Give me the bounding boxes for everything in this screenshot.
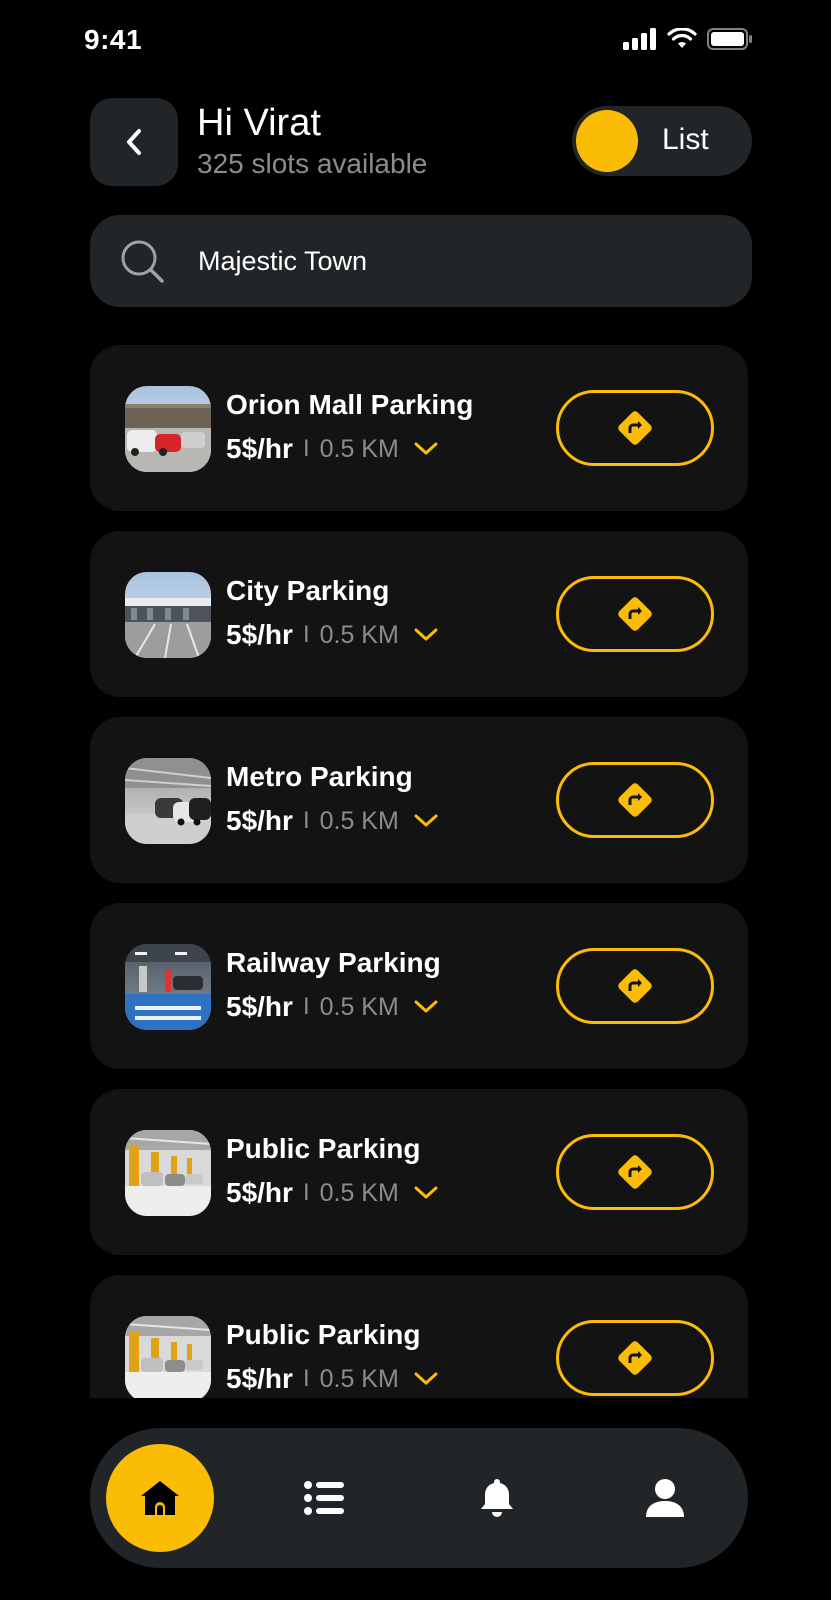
parking-photo: [125, 1130, 211, 1216]
parking-card[interactable]: Metro Parking 5$/hr I 0.5 KM: [90, 717, 748, 883]
parking-meta: 5$/hr I 0.5 KM: [226, 433, 439, 465]
parking-meta: 5$/hr I 0.5 KM: [226, 1363, 439, 1395]
directions-icon: [618, 1341, 652, 1375]
chevron-down-icon[interactable]: [413, 999, 439, 1015]
directions-icon: [618, 783, 652, 817]
meta-separator: I: [302, 1365, 310, 1392]
status-time: 9:41: [84, 24, 143, 55]
nav-notifications[interactable]: [467, 1468, 527, 1528]
list-icon: [304, 1481, 344, 1515]
battery-icon: [707, 28, 752, 50]
parking-name: Public Parking: [226, 1319, 421, 1350]
toggle-label: List: [662, 123, 709, 156]
parking-price: 5$/hr: [226, 1177, 293, 1208]
directions-icon: [618, 1155, 652, 1189]
parking-name: Railway Parking: [226, 947, 441, 978]
parking-meta: 5$/hr I 0.5 KM: [226, 991, 439, 1023]
parking-name: Orion Mall Parking: [226, 389, 474, 420]
slots-available: 325 slots available: [197, 148, 428, 179]
meta-separator: I: [302, 621, 310, 648]
directions-icon: [618, 411, 652, 445]
chevron-down-icon[interactable]: [413, 813, 439, 829]
parking-distance: 0.5 KM: [319, 806, 399, 835]
directions-button[interactable]: [556, 762, 714, 838]
parking-price: 5$/hr: [226, 1363, 293, 1394]
directions-button[interactable]: [556, 1134, 714, 1210]
directions-button[interactable]: [556, 576, 714, 652]
parking-name: Public Parking: [226, 1133, 421, 1164]
search-bar[interactable]: Majestic Town: [90, 215, 752, 307]
parking-photo: [125, 944, 211, 1030]
back-button[interactable]: [90, 98, 178, 186]
parking-photo: [125, 386, 211, 472]
directions-icon: [618, 969, 652, 1003]
meta-separator: I: [302, 1179, 310, 1206]
parking-card[interactable]: Railway Parking 5$/hr I 0.5 KM: [90, 903, 748, 1069]
parking-price: 5$/hr: [226, 619, 293, 650]
parking-price: 5$/hr: [226, 433, 293, 464]
home-icon: [141, 1481, 179, 1515]
bottom-nav: [90, 1428, 748, 1568]
header: Hi Virat 325 slots available List: [90, 98, 752, 186]
nav-profile[interactable]: [635, 1468, 695, 1528]
meta-separator: I: [302, 435, 310, 462]
directions-button[interactable]: [556, 390, 714, 466]
search-icon: [121, 240, 164, 283]
chevron-down-icon[interactable]: [413, 1185, 439, 1201]
list-view-toggle[interactable]: List: [572, 106, 752, 176]
parking-meta: 5$/hr I 0.5 KM: [226, 805, 439, 837]
signal-icon: [623, 28, 656, 50]
directions-button[interactable]: [556, 1320, 714, 1396]
parking-name: Metro Parking: [226, 761, 413, 792]
directions-icon: [618, 597, 652, 631]
status-bar: 9:41: [0, 0, 831, 80]
parking-photo: [125, 572, 211, 658]
chevron-down-icon[interactable]: [413, 441, 439, 457]
search-input[interactable]: Majestic Town: [198, 246, 367, 277]
parking-list: Orion Mall Parking 5$/hr I 0.5 KM City P…: [0, 345, 831, 1398]
meta-separator: I: [302, 993, 310, 1020]
parking-meta: 5$/hr I 0.5 KM: [226, 1177, 439, 1209]
directions-button[interactable]: [556, 948, 714, 1024]
parking-card[interactable]: City Parking 5$/hr I 0.5 KM: [90, 531, 748, 697]
greeting-title: Hi Virat: [197, 102, 321, 144]
nav-home[interactable]: [106, 1444, 214, 1552]
parking-card[interactable]: Public Parking 5$/hr I 0.5 KM: [90, 1089, 748, 1255]
parking-photo: [125, 1316, 211, 1398]
wifi-icon: [667, 28, 697, 48]
bell-icon: [481, 1479, 513, 1517]
status-icons: [623, 28, 753, 50]
parking-distance: 0.5 KM: [319, 434, 399, 463]
parking-distance: 0.5 KM: [319, 1364, 399, 1393]
toggle-knob: [576, 110, 638, 172]
parking-distance: 0.5 KM: [319, 620, 399, 649]
parking-price: 5$/hr: [226, 805, 293, 836]
chevron-down-icon[interactable]: [413, 1371, 439, 1387]
parking-card[interactable]: Orion Mall Parking 5$/hr I 0.5 KM: [90, 345, 748, 511]
parking-distance: 0.5 KM: [319, 992, 399, 1021]
user-icon: [646, 1479, 684, 1517]
parking-distance: 0.5 KM: [319, 1178, 399, 1207]
parking-meta: 5$/hr I 0.5 KM: [226, 619, 439, 651]
parking-photo: [125, 758, 211, 844]
chevron-left-icon: [127, 129, 141, 155]
parking-price: 5$/hr: [226, 991, 293, 1022]
meta-separator: I: [302, 807, 310, 834]
parking-name: City Parking: [226, 575, 390, 606]
nav-list[interactable]: [294, 1468, 354, 1528]
chevron-down-icon[interactable]: [413, 627, 439, 643]
parking-card[interactable]: Public Parking 5$/hr I 0.5 KM: [90, 1275, 748, 1398]
